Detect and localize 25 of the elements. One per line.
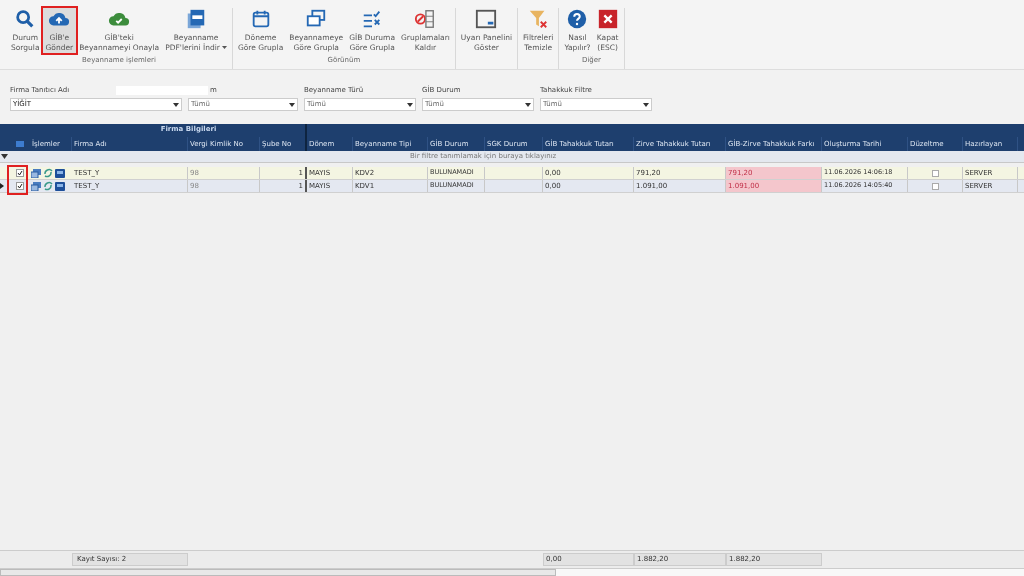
close-icon [596,8,619,30]
dropdown-caret-icon [525,102,531,107]
row-checkbox[interactable] [16,182,24,190]
filter-clear-icon [527,8,550,30]
panel-icon [475,8,498,30]
windows-icon[interactable] [31,168,41,178]
filter-icon [1,153,9,160]
dropdown-caret-icon [173,102,179,107]
refresh-icon[interactable] [43,168,53,178]
dropdown-caret-icon [289,102,295,107]
monitor-icon[interactable] [55,181,65,191]
dropdown-caret-icon [221,46,227,50]
windows-icon[interactable] [31,181,41,191]
correction-checkbox[interactable] [931,169,939,177]
dropdown-caret-icon [643,102,649,107]
check-icon [17,183,23,189]
correction-checkbox[interactable] [931,182,939,190]
row-checkbox[interactable] [16,169,24,177]
dropdown-caret-icon [407,102,413,107]
select-all-toggle[interactable] [16,141,24,147]
ungroup-icon [414,8,437,30]
horizontal-scrollbar[interactable] [0,568,1024,576]
monitor-icon[interactable] [55,168,65,178]
help-icon [566,8,589,30]
check-icon [17,170,23,176]
